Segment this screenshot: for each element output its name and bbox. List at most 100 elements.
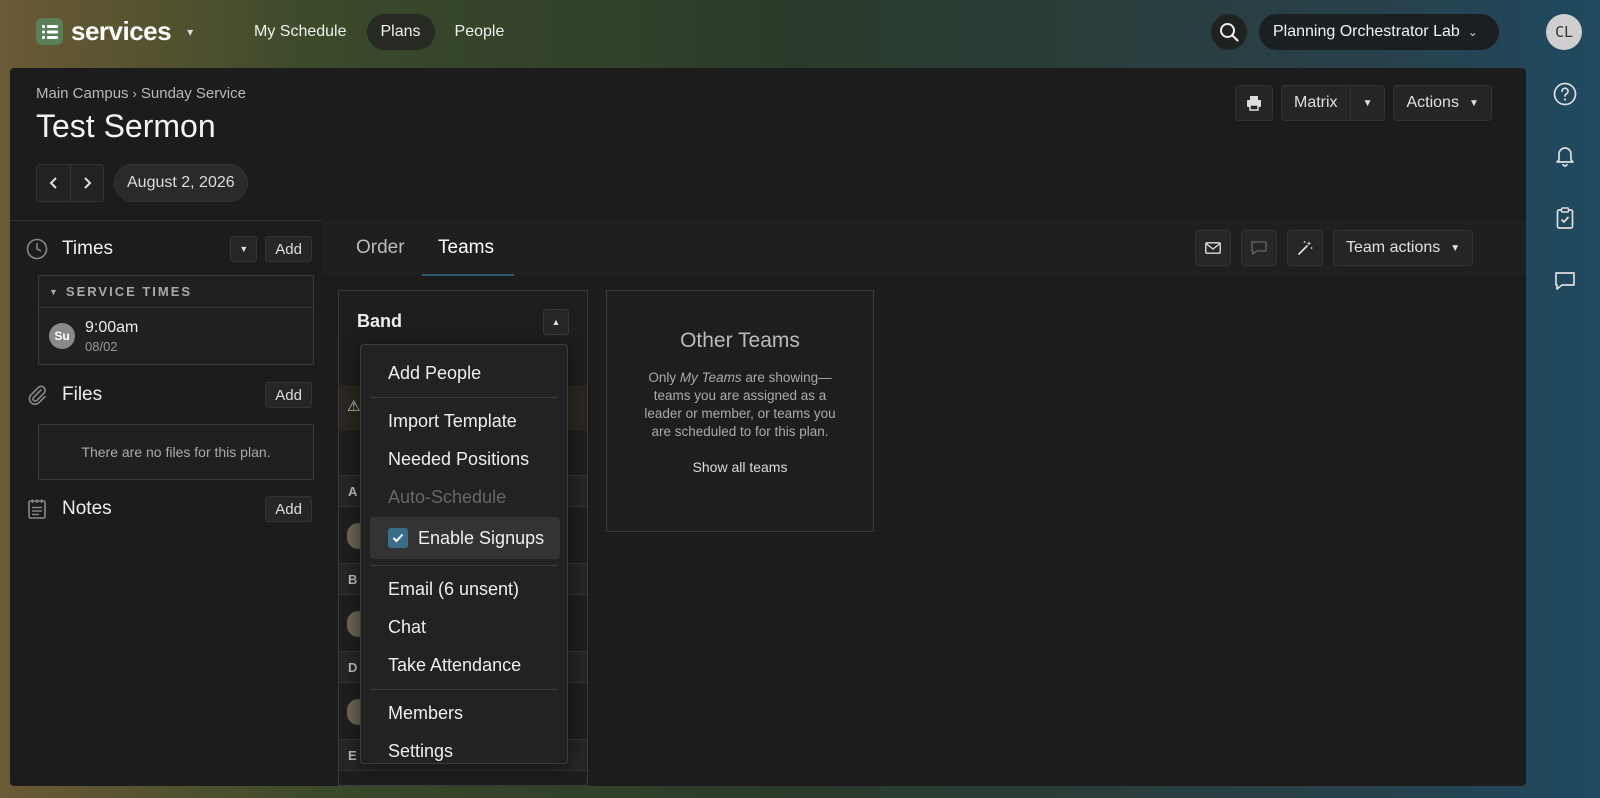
- menu-take-attendance[interactable]: Take Attendance: [361, 647, 567, 683]
- team-menu-toggle[interactable]: ▲: [543, 309, 569, 335]
- tab-order[interactable]: Order: [356, 220, 405, 276]
- team-actions-label: Team actions: [1346, 239, 1441, 256]
- actions-label: Actions: [1406, 94, 1459, 111]
- team-actions-menu: Add People Import Template Needed Positi…: [360, 344, 568, 764]
- active-tab-indicator: [422, 274, 514, 276]
- breadcrumb: Main Campus › Sunday Service: [36, 85, 246, 102]
- user-avatar[interactable]: CL: [1546, 14, 1582, 50]
- breadcrumb-service-type[interactable]: Sunday Service: [141, 85, 246, 102]
- brand-name: services: [71, 16, 172, 46]
- menu-add-people[interactable]: Add People: [361, 355, 567, 391]
- service-times-box: ▼ SERVICE TIMES Su 9:00am 08/02: [38, 275, 314, 365]
- header-actions: Matrix ▼ Actions ▼: [1235, 85, 1492, 121]
- top-bar: services ▾ My Schedule Plans People Plan…: [0, 0, 1600, 66]
- other-teams-description: Only My Teams are showing—teams you are …: [644, 370, 836, 439]
- search-button[interactable]: [1211, 14, 1247, 50]
- clipboard-check-icon: [1556, 207, 1574, 229]
- caret-up-icon: ▲: [551, 317, 561, 327]
- tasks-button[interactable]: [1552, 205, 1578, 231]
- menu-import-template[interactable]: Import Template: [361, 403, 567, 439]
- team-actions-button[interactable]: Team actions ▼: [1333, 230, 1474, 266]
- notes-header: Notes Add: [26, 496, 312, 522]
- chat-teams-button[interactable]: [1241, 230, 1277, 266]
- notifications-button[interactable]: [1552, 142, 1578, 168]
- next-plan-button[interactable]: [70, 165, 103, 201]
- tab-teams[interactable]: Teams: [438, 220, 494, 276]
- chevron-left-icon: [49, 177, 57, 189]
- menu-members[interactable]: Members: [361, 695, 567, 731]
- menu-email[interactable]: Email (6 unsent): [361, 571, 567, 607]
- chevron-right-icon: [84, 177, 92, 189]
- nav-people[interactable]: People: [441, 14, 519, 50]
- team-toolbar: Team actions ▼: [1195, 230, 1474, 266]
- show-all-teams-link[interactable]: Show all teams: [607, 459, 873, 475]
- menu-enable-signups[interactable]: Enable Signups: [370, 517, 560, 559]
- breadcrumb-campus[interactable]: Main Campus: [36, 85, 129, 102]
- services-logo-icon: [36, 18, 63, 45]
- service-times-label: SERVICE TIMES: [65, 284, 193, 299]
- matrix-button[interactable]: Matrix: [1281, 85, 1351, 121]
- add-time-button[interactable]: Add: [265, 236, 312, 262]
- date-navigator: August 2, 2026: [36, 164, 248, 202]
- nav-my-schedule[interactable]: My Schedule: [240, 14, 361, 50]
- bell-icon: [1556, 147, 1574, 167]
- service-time-row[interactable]: Su 9:00am 08/02: [39, 308, 313, 364]
- caret-down-icon: ▼: [49, 286, 58, 297]
- search-icon: [1220, 23, 1239, 42]
- times-label: Times: [62, 238, 114, 259]
- matrix-split-button: Matrix ▼: [1281, 85, 1386, 121]
- email-teams-button[interactable]: [1195, 230, 1231, 266]
- add-note-button[interactable]: Add: [265, 496, 312, 522]
- menu-needed-positions[interactable]: Needed Positions: [361, 441, 567, 477]
- caret-down-icon: ▼: [1468, 97, 1479, 109]
- other-teams-title: Other Teams: [680, 329, 800, 352]
- chevron-down-icon: ▾: [187, 24, 194, 39]
- help-button[interactable]: [1552, 81, 1578, 107]
- files-label: Files: [62, 384, 103, 405]
- right-rail: [1526, 68, 1600, 786]
- warning-icon: ⚠: [347, 398, 361, 415]
- matrix-dropdown-button[interactable]: ▼: [1350, 85, 1386, 121]
- service-times-header[interactable]: ▼ SERVICE TIMES: [39, 276, 313, 308]
- service-time: 9:00am: [85, 318, 139, 336]
- page-title: Test Sermon: [36, 108, 216, 144]
- plan-date-picker[interactable]: August 2, 2026: [114, 164, 248, 202]
- menu-settings[interactable]: Settings: [361, 733, 567, 763]
- add-file-button[interactable]: Add: [265, 382, 312, 408]
- nav-plans[interactable]: Plans: [366, 14, 435, 50]
- actions-button[interactable]: Actions ▼: [1393, 85, 1492, 121]
- caret-down-icon: ▼: [239, 244, 249, 254]
- notes-icon: [28, 499, 46, 519]
- menu-chat[interactable]: Chat: [361, 609, 567, 645]
- previous-plan-button[interactable]: [37, 165, 70, 201]
- checkbox-checked-icon: [388, 528, 408, 548]
- main-panel: Main Campus › Sunday Service Test Sermon…: [10, 68, 1526, 786]
- menu-auto-schedule: Auto-Schedule: [388, 486, 507, 507]
- messages-button[interactable]: [1552, 268, 1578, 294]
- menu-divider: [370, 397, 558, 398]
- chevron-right-icon: ›: [132, 86, 137, 101]
- files-empty-state: There are no files for this plan.: [38, 424, 314, 480]
- enable-signups-label: Enable Signups: [418, 527, 545, 548]
- chat-bubble-icon: [1555, 272, 1575, 290]
- times-options-button[interactable]: ▼: [230, 236, 258, 262]
- notes-label: Notes: [62, 498, 112, 519]
- day-badge: Su: [49, 323, 75, 349]
- printer-icon: [1247, 96, 1261, 111]
- other-teams-card: Other Teams Only My Teams are showing—te…: [606, 290, 874, 532]
- app-switcher[interactable]: services ▾: [36, 16, 193, 47]
- organization-switcher[interactable]: Planning Orchestrator Lab ⌄: [1259, 14, 1499, 50]
- menu-divider: [370, 565, 558, 566]
- caret-down-icon: ▼: [1362, 97, 1373, 109]
- times-header: Times ▼ Add: [26, 236, 312, 262]
- help-icon: [1553, 82, 1577, 106]
- auto-schedule-button[interactable]: [1287, 230, 1323, 266]
- service-date: 08/02: [85, 338, 118, 354]
- magic-wand-icon: [1298, 241, 1313, 255]
- caret-down-icon: ▼: [1450, 242, 1461, 254]
- chevron-down-icon: ⌄: [1467, 25, 1478, 39]
- main-nav: My Schedule Plans People: [240, 14, 518, 50]
- print-button[interactable]: [1235, 85, 1273, 121]
- files-header: Files Add: [26, 382, 312, 408]
- chat-bubble-icon: [1251, 241, 1267, 255]
